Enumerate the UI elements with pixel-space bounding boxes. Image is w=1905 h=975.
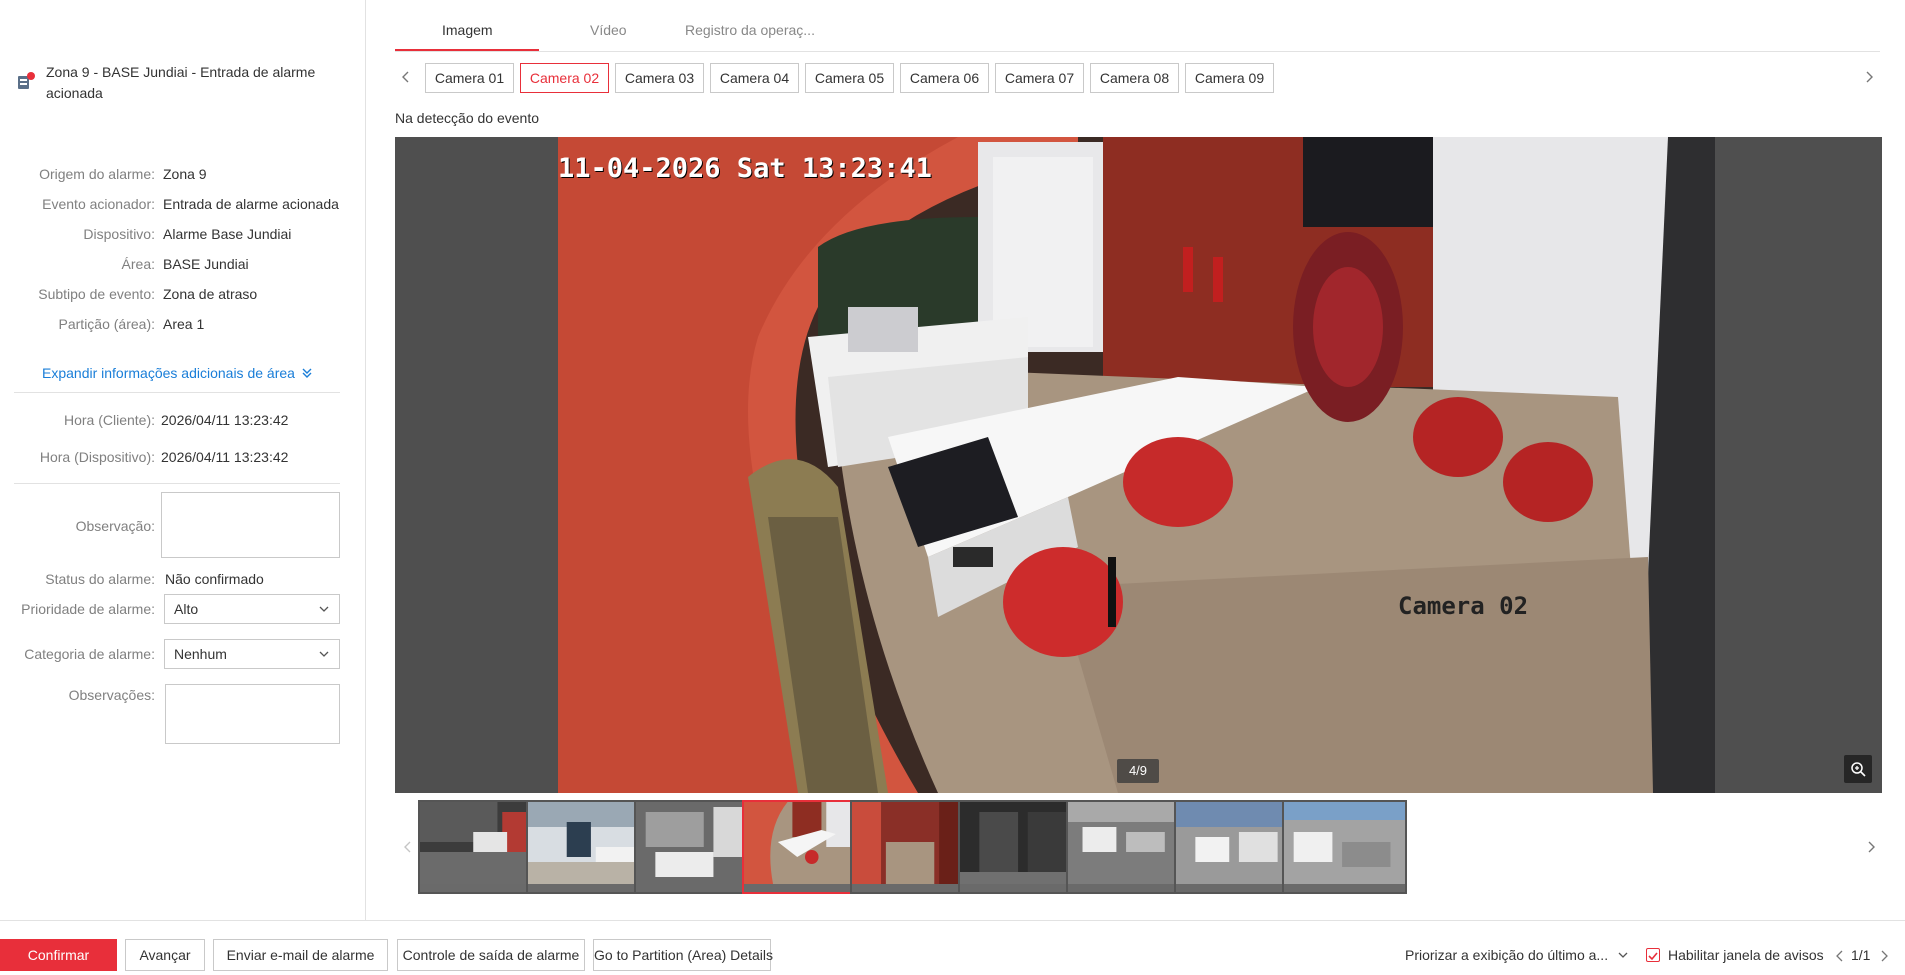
thumbnail-strip <box>395 798 1882 898</box>
info-label: Status do alarme: <box>45 571 155 587</box>
zoom-in-icon <box>1851 762 1866 777</box>
alarm-input-icon <box>16 72 35 90</box>
category-label: Categoria de alarme: <box>24 646 155 662</box>
thumbnail-camera-03[interactable] <box>634 800 759 894</box>
advance-button[interactable]: Avançar <box>125 939 205 971</box>
info-label: Evento acionador: <box>42 196 155 212</box>
camera-snapshot <box>558 137 1715 793</box>
info-label: Área: <box>121 256 155 272</box>
enable-popup-checkbox[interactable] <box>1646 948 1660 962</box>
info-row-partition: Partição (área): Area 1 <box>0 309 366 339</box>
info-label: Dispositivo: <box>83 226 155 242</box>
camera-tab-02[interactable]: Camera 02 <box>520 63 609 93</box>
camera-tab-07[interactable]: Camera 07 <box>995 63 1084 93</box>
info-value: 2026/04/11 13:23:42 <box>161 412 289 428</box>
info-row-event-subtype: Subtipo de evento: Zona de atraso <box>0 279 366 309</box>
checkmark-icon <box>1648 952 1658 961</box>
camera-next-arrow-icon[interactable] <box>1862 70 1876 84</box>
zoom-in-button[interactable] <box>1844 755 1872 783</box>
camera-tab-08[interactable]: Camera 08 <box>1090 63 1179 93</box>
thumbnail-camera-08[interactable] <box>1174 800 1299 894</box>
thumbnail-camera-04[interactable] <box>742 800 867 894</box>
thumbnail-camera-01[interactable] <box>418 800 543 894</box>
priority-label: Prioridade de alarme: <box>21 601 155 617</box>
category-selected-value: Nenhum <box>174 646 227 662</box>
tab-operation-log[interactable]: Registro da operaç... <box>685 22 815 38</box>
info-value: Zona de atraso <box>163 286 258 302</box>
info-value: Alarme Base Jundiai <box>163 226 292 242</box>
camera-tab-04[interactable]: Camera 04 <box>710 63 799 93</box>
camera-tab-09[interactable]: Camera 09 <box>1185 63 1274 93</box>
info-value: Area 1 <box>163 316 205 332</box>
camera-tab-05[interactable]: Camera 05 <box>805 63 894 93</box>
info-row-device: Dispositivo: Alarme Base Jundiai <box>0 219 366 249</box>
camera-prev-arrow-icon[interactable] <box>399 70 413 84</box>
remarks-label: Observações: <box>68 687 155 703</box>
enable-popup-label: Habilitar janela de avisos <box>1668 947 1824 963</box>
bottom-action-bar: Confirmar Avançar Enviar e-mail de alarm… <box>0 920 1905 975</box>
note-label: Observação: <box>75 518 155 534</box>
info-label: Hora (Dispositivo): <box>39 449 155 465</box>
camera-tab-01[interactable]: Camera 01 <box>425 63 514 93</box>
osd-timestamp: 11-04-2026 Sat 13:23:41 <box>558 153 932 184</box>
info-row-time-client: Hora (Cliente): 2026/04/11 13:23:42 <box>0 405 366 435</box>
info-value: 2026/04/11 13:23:42 <box>161 449 289 465</box>
image-viewer[interactable]: 11-04-2026 Sat 13:23:41 Camera 02 4/9 <box>395 137 1882 793</box>
info-row-source: Origem do alarme: Zona 9 <box>0 159 366 189</box>
info-value: Entrada de alarme acionada <box>163 196 339 212</box>
info-row-time-device: Hora (Dispositivo): 2026/04/11 13:23:42 <box>0 442 366 472</box>
note-textarea[interactable] <box>161 492 340 558</box>
divider <box>14 483 340 484</box>
remarks-textarea[interactable] <box>165 684 340 744</box>
alarm-title: Zona 9 - BASE Jundiai - Entrada de alarm… <box>46 64 316 101</box>
double-chevron-down-icon <box>302 368 312 378</box>
thumbnail-camera-09[interactable] <box>1282 800 1407 894</box>
thumbnail-camera-05[interactable] <box>850 800 975 894</box>
confirm-button[interactable]: Confirmar <box>0 939 117 971</box>
event-capture-label: Na detecção do evento <box>395 110 539 126</box>
thumbnail-camera-06[interactable] <box>958 800 1083 894</box>
camera-tab-06[interactable]: Camera 06 <box>900 63 989 93</box>
camera-tab-03[interactable]: Camera 03 <box>615 63 704 93</box>
info-row-status: Status do alarme: Não confirmado <box>0 564 366 594</box>
osd-camera-name: Camera 02 <box>1398 592 1529 620</box>
image-counter: 4/9 <box>1117 759 1159 783</box>
expand-area-info-link[interactable]: Expandir informações adicionais de área <box>42 365 313 381</box>
info-row-trigger-event: Evento acionador: Entrada de alarme acio… <box>0 189 366 219</box>
tab-divider <box>395 51 1880 52</box>
partition-details-button[interactable]: Go to Partition (Area) Details <box>593 939 773 971</box>
status-value: Não confirmado <box>165 571 264 587</box>
alarm-title-row: Zona 9 - BASE Jundiai - Entrada de alarm… <box>16 62 346 104</box>
tab-video[interactable]: Vídeo <box>590 22 627 38</box>
chevron-down-icon <box>1618 952 1628 958</box>
prioritize-display-select[interactable]: Priorizar a exibição do último a... <box>1405 947 1628 963</box>
info-value: Zona 9 <box>163 166 207 182</box>
thumbnail-camera-02[interactable] <box>526 800 651 894</box>
thumbnail-prev-arrow-icon[interactable] <box>401 840 415 854</box>
info-label: Subtipo de evento: <box>38 286 155 302</box>
alarm-details-panel: Zona 9 - BASE Jundiai - Entrada de alarm… <box>0 0 366 920</box>
send-alarm-email-button[interactable]: Enviar e-mail de alarme <box>213 939 388 971</box>
category-select[interactable]: Nenhum <box>164 639 340 669</box>
page-indicator: 1/1 <box>1851 947 1871 963</box>
expand-area-info-label: Expandir informações adicionais de área <box>42 365 295 381</box>
alarm-output-control-button[interactable]: Controle de saída de alarme <box>397 939 585 971</box>
info-value: BASE Jundiai <box>163 256 249 272</box>
thumbnail-next-arrow-icon[interactable] <box>1864 840 1878 854</box>
info-row-area: Área: BASE Jundiai <box>0 249 366 279</box>
tab-image[interactable]: Imagem <box>442 22 493 38</box>
page-next-arrow-icon[interactable] <box>1878 950 1890 962</box>
info-label: Hora (Cliente): <box>63 412 155 428</box>
chevron-down-icon <box>319 651 329 657</box>
chevron-down-icon <box>319 606 329 612</box>
thumbnail-camera-07[interactable] <box>1066 800 1191 894</box>
info-label: Origem do alarme: <box>39 166 155 182</box>
info-label: Partição (área): <box>58 316 155 332</box>
prioritize-display-label: Priorizar a exibição do último a... <box>1405 947 1609 963</box>
priority-selected-value: Alto <box>174 601 199 617</box>
divider <box>14 392 340 393</box>
priority-select[interactable]: Alto <box>164 594 340 624</box>
page-prev-arrow-icon[interactable] <box>1834 950 1846 962</box>
